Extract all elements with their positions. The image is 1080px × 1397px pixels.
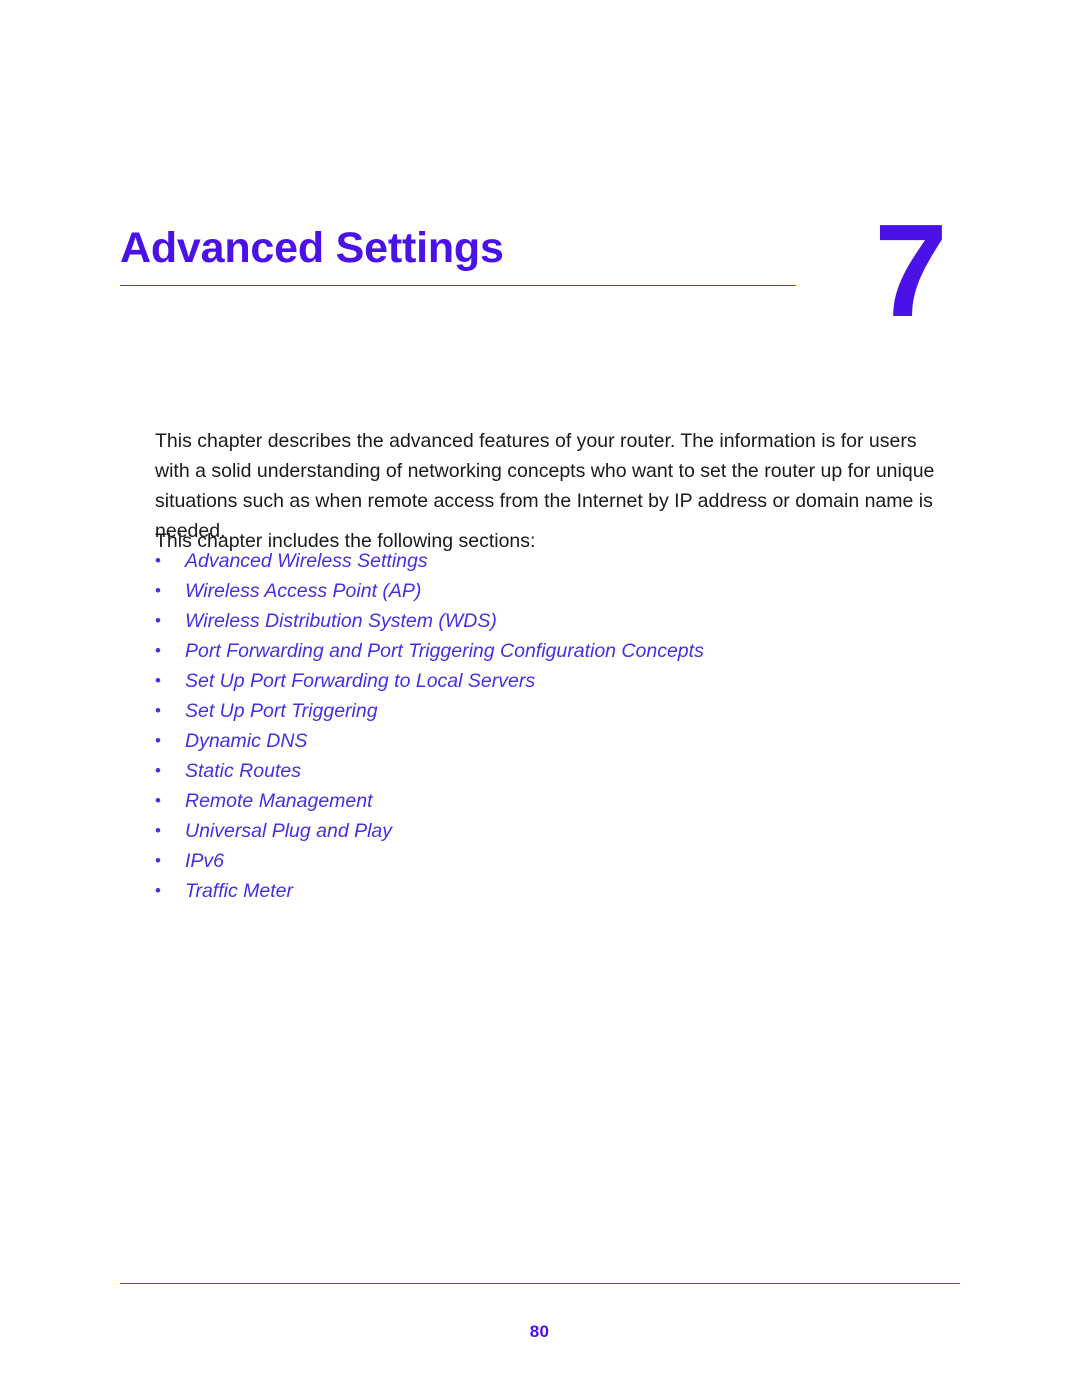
list-item: • Remote Management [155,786,955,816]
bullet-icon: • [155,761,161,780]
section-link-dynamic-dns[interactable]: Dynamic DNS [185,730,307,752]
section-link-advanced-wireless-settings[interactable]: Advanced Wireless Settings [185,550,428,572]
section-link-universal-plug-and-play[interactable]: Universal Plug and Play [185,820,392,842]
bullet-icon: • [155,791,161,810]
title-divider [120,285,796,286]
list-item: • Static Routes [155,756,955,786]
section-link-port-forwarding-triggering-concepts[interactable]: Port Forwarding and Port Triggering Conf… [185,640,704,662]
list-item: • Wireless Access Point (AP) [155,576,955,606]
page-number: 80 [0,1322,1080,1342]
section-link-list: • Advanced Wireless Settings • Wireless … [155,546,955,906]
page-title: Advanced Settings [120,224,504,272]
bullet-icon: • [155,641,161,660]
section-link-ipv6[interactable]: IPv6 [185,850,224,872]
list-item: • Universal Plug and Play [155,816,955,846]
section-link-wireless-access-point[interactable]: Wireless Access Point (AP) [185,580,421,602]
bullet-icon: • [155,821,161,840]
chapter-header: Advanced Settings 7 [0,0,1080,350]
list-item: • IPv6 [155,846,955,876]
bullet-icon: • [155,701,161,720]
bullet-icon: • [155,851,161,870]
document-page: Advanced Settings 7 This chapter describ… [0,0,1080,1397]
bullet-icon: • [155,551,161,570]
list-item: • Wireless Distribution System (WDS) [155,606,955,636]
footer-divider [120,1283,960,1284]
list-item: • Traffic Meter [155,876,955,906]
section-link-wireless-distribution-system[interactable]: Wireless Distribution System (WDS) [185,610,497,632]
list-item: • Set Up Port Forwarding to Local Server… [155,666,955,696]
list-item: • Dynamic DNS [155,726,955,756]
page-number-value: 80 [529,1322,550,1341]
section-link-static-routes[interactable]: Static Routes [185,760,301,782]
page-footer: 80 [0,1270,1080,1397]
bullet-icon: • [155,671,161,690]
section-link-set-up-port-forwarding[interactable]: Set Up Port Forwarding to Local Servers [185,670,535,692]
bullet-icon: • [155,581,161,600]
list-item: • Advanced Wireless Settings [155,546,955,576]
section-link-set-up-port-triggering[interactable]: Set Up Port Triggering [185,700,378,722]
bullet-icon: • [155,881,161,900]
bullet-icon: • [155,731,161,750]
list-item: • Set Up Port Triggering [155,696,955,726]
list-item: • Port Forwarding and Port Triggering Co… [155,636,955,666]
bullet-icon: • [155,611,161,630]
section-link-remote-management[interactable]: Remote Management [185,790,373,812]
section-link-traffic-meter[interactable]: Traffic Meter [185,880,293,902]
chapter-number: 7 [874,197,947,344]
